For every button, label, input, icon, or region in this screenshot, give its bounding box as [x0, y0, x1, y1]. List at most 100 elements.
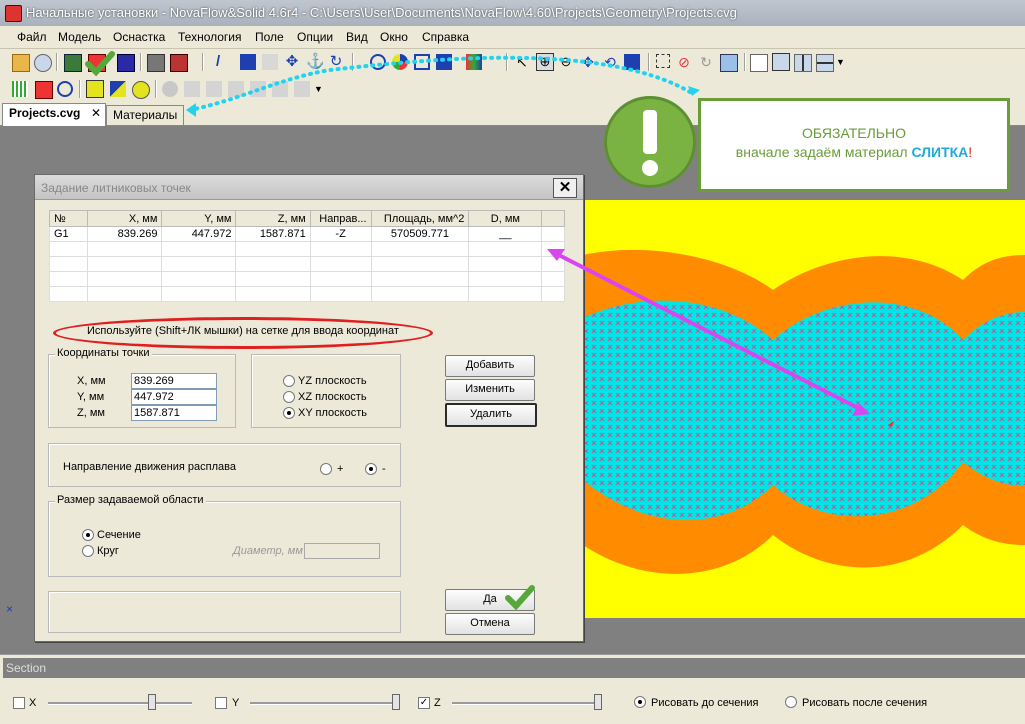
- cell-y[interactable]: 447.972: [161, 226, 237, 242]
- split-vertical-icon[interactable]: [794, 54, 812, 72]
- cell-direction[interactable]: -Z: [309, 226, 372, 242]
- menu-help[interactable]: Справка: [422, 30, 469, 44]
- model-canvas[interactable]: [583, 200, 1025, 618]
- table-row[interactable]: G1 839.269 447.972 1587.871 -Z 570509.77…: [48, 226, 565, 242]
- cube-icon[interactable]: [117, 54, 135, 72]
- x-slider-thumb[interactable]: [148, 694, 156, 710]
- tab-materials[interactable]: Материалы: [106, 105, 185, 125]
- solid-icon[interactable]: [35, 81, 53, 99]
- riser-icon[interactable]: [110, 81, 126, 97]
- direction-plus-radio[interactable]: [320, 463, 332, 475]
- menu-options[interactable]: Опции: [297, 30, 333, 44]
- x-field[interactable]: 839.269: [131, 373, 217, 389]
- circle-icon[interactable]: [370, 54, 386, 70]
- direction-label: Направление движения расплава: [63, 461, 236, 473]
- ok-button[interactable]: Да: [445, 589, 535, 611]
- draw-after-radio[interactable]: [785, 696, 797, 708]
- circle-radio[interactable]: [82, 545, 94, 557]
- anchor-icon[interactable]: ⚓: [306, 54, 325, 70]
- rotate-icon[interactable]: ↻: [328, 54, 344, 70]
- menu-model[interactable]: Модель: [58, 30, 101, 44]
- square-icon[interactable]: [414, 54, 430, 70]
- torus-icon[interactable]: [57, 81, 73, 97]
- window-icon[interactable]: [720, 54, 738, 72]
- cell-z[interactable]: 1587.871: [235, 226, 311, 242]
- view-cube-icon[interactable]: [624, 54, 640, 70]
- yz-plane-radio[interactable]: [283, 375, 295, 387]
- xz-plane-radio[interactable]: [283, 391, 295, 403]
- column-header-y[interactable]: Y, мм: [161, 210, 237, 227]
- refresh-icon[interactable]: ↻: [698, 54, 714, 70]
- tool-icon[interactable]: [436, 54, 452, 70]
- zoom-reset-icon[interactable]: ⊘: [676, 54, 692, 70]
- draw-before-radio[interactable]: [634, 696, 646, 708]
- menu-technology[interactable]: Технология: [178, 30, 242, 44]
- menu-field[interactable]: Поле: [255, 30, 284, 44]
- column-header-z[interactable]: Z, мм: [235, 210, 311, 227]
- gate-points-table[interactable]: № X, мм Y, мм Z, мм Направ... Площадь, м…: [48, 210, 565, 302]
- z-field[interactable]: 1587.871: [131, 405, 217, 421]
- dialog-close-button[interactable]: ✕: [553, 178, 577, 198]
- orbit-icon[interactable]: ⟲: [602, 54, 618, 70]
- cell-diameter[interactable]: __: [468, 226, 543, 242]
- tab-projects[interactable]: Projects.cvg ✕: [2, 103, 106, 126]
- y-section-checkbox[interactable]: [215, 697, 227, 709]
- zoom-in-icon[interactable]: ⊕: [536, 53, 554, 71]
- pan-icon[interactable]: ✥: [580, 54, 596, 70]
- menu-file[interactable]: Файл: [17, 30, 47, 44]
- column-header-direction[interactable]: Направ...: [309, 210, 372, 227]
- menu-view[interactable]: Вид: [346, 30, 368, 44]
- globe-icon[interactable]: [34, 54, 52, 72]
- chill-icon[interactable]: [132, 81, 150, 99]
- column-header-x[interactable]: X, мм: [87, 210, 163, 227]
- y-slider-thumb[interactable]: [392, 694, 400, 710]
- zoom-out-icon[interactable]: ⊖: [558, 54, 574, 70]
- cell-number[interactable]: G1: [48, 226, 89, 242]
- delete-button[interactable]: Удалить: [445, 403, 537, 427]
- select-rect-icon[interactable]: [656, 54, 670, 68]
- close-icon[interactable]: ✕: [91, 104, 101, 123]
- z-slider-thumb[interactable]: [594, 694, 602, 710]
- cell-area[interactable]: 570509.771: [370, 226, 470, 242]
- material-icon[interactable]: [88, 54, 106, 72]
- new-view-icon[interactable]: [750, 54, 768, 72]
- chevron-down-icon[interactable]: ▼: [314, 84, 330, 100]
- layers-icon[interactable]: [466, 54, 482, 70]
- direction-minus-radio[interactable]: [365, 463, 377, 475]
- gate-icon[interactable]: [86, 80, 104, 98]
- single-view-icon[interactable]: [772, 53, 790, 71]
- edit-icon[interactable]: [240, 54, 256, 70]
- y-field[interactable]: 447.972: [131, 389, 217, 405]
- print-icon[interactable]: [147, 54, 165, 72]
- z-section-slider[interactable]: [452, 702, 596, 705]
- chevron-down-icon[interactable]: ▼: [836, 57, 852, 73]
- menu-window[interactable]: Окно: [380, 30, 408, 44]
- table-row-empty: [48, 256, 565, 272]
- mesh-icon[interactable]: [12, 81, 28, 97]
- x-section-checkbox[interactable]: [13, 697, 25, 709]
- add-button[interactable]: Добавить: [445, 355, 535, 377]
- move-icon[interactable]: ✥: [284, 54, 300, 70]
- y-section-slider[interactable]: [250, 702, 394, 705]
- column-header-diameter[interactable]: D, мм: [468, 210, 543, 227]
- cursor-icon[interactable]: ↖: [514, 54, 530, 70]
- render-icon[interactable]: [170, 54, 188, 72]
- z-section-checkbox[interactable]: ✓: [418, 697, 430, 709]
- grid-icon[interactable]: [262, 54, 278, 70]
- section-radio[interactable]: [82, 529, 94, 541]
- x-label: X, мм: [77, 375, 106, 387]
- cell-x[interactable]: 839.269: [87, 226, 163, 242]
- menu-tooling[interactable]: Оснастка: [113, 30, 165, 44]
- pencil-icon[interactable]: /: [216, 54, 232, 70]
- cancel-button[interactable]: Отмена: [445, 613, 535, 635]
- column-header-area[interactable]: Площадь, мм^2: [370, 210, 470, 227]
- column-header-number[interactable]: №: [48, 210, 89, 227]
- change-button[interactable]: Изменить: [445, 379, 535, 401]
- draw-before-label: Рисовать до сечения: [651, 697, 759, 709]
- open-folder-icon[interactable]: [12, 54, 30, 72]
- save-icon[interactable]: [64, 54, 82, 72]
- x-section-slider[interactable]: [48, 702, 192, 705]
- sphere-icon[interactable]: [392, 54, 408, 70]
- xy-plane-radio[interactable]: [283, 407, 295, 419]
- split-horizontal-icon[interactable]: [816, 54, 834, 72]
